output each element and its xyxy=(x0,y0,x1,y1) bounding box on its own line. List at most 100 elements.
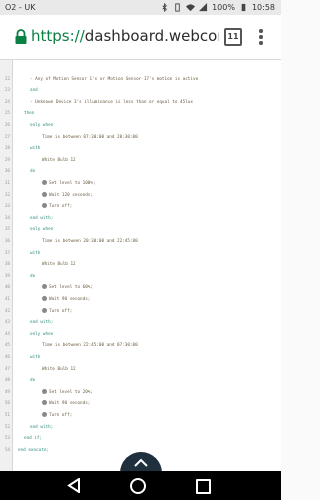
code-text: Set level to 60%; xyxy=(42,284,93,292)
code-statement: Wait 90 seconds; xyxy=(49,401,91,407)
line-number: 41 xyxy=(4,297,10,302)
code-text: - Any of Motion Sensor 1's or Motion Sen… xyxy=(30,76,198,84)
code-text: with xyxy=(30,354,40,362)
code-text: do xyxy=(30,273,35,281)
code-text: Turn off; xyxy=(42,412,72,420)
line-number: 49 xyxy=(4,389,10,395)
code-text: Time is between 07:30:00 and 20:30:00 xyxy=(42,134,138,142)
code-line: 24 - Unknown Device 3's illuminance is le… xyxy=(0,99,281,107)
line-number: 37 xyxy=(4,250,10,256)
url-scheme: https:// xyxy=(31,27,85,45)
line-number: 36 xyxy=(4,239,10,244)
code-statement: end execute; xyxy=(18,447,50,453)
code-line: 46 with xyxy=(0,354,281,362)
level-icon xyxy=(42,284,47,290)
code-statement: Turn off; xyxy=(49,204,73,210)
code-statement: Turn off; xyxy=(49,413,73,418)
code-statement: do xyxy=(30,169,36,175)
code-line: 41 Wait 90 seconds; xyxy=(0,296,281,304)
piston-code-view[interactable]: 22 - Any of Motion Sensor 1's or Motion S… xyxy=(0,60,281,471)
code-line: 30 do xyxy=(0,168,281,176)
line-number: 42 xyxy=(4,308,10,314)
code-line: 43 end with; xyxy=(0,319,281,327)
code-statement: end with; xyxy=(30,215,54,221)
code-text: Turn off; xyxy=(42,203,72,211)
code-line: 33 Turn off; xyxy=(0,203,281,211)
line-number: 46 xyxy=(4,355,10,360)
code-line: 49 Set level to 20%; xyxy=(0,388,281,397)
code-text: White Bulb 12 xyxy=(42,366,76,374)
code-statement: White Bulb 12 xyxy=(42,366,76,372)
line-number: 40 xyxy=(4,285,10,291)
overflow-menu-icon[interactable] xyxy=(258,29,264,47)
code-text: do xyxy=(30,168,35,176)
lock-icon xyxy=(15,29,27,44)
code-line: 25 then xyxy=(0,110,281,118)
code-statement: Wait 90 seconds; xyxy=(49,297,91,302)
code-text: - Unknown Device 3's illuminance is less… xyxy=(30,99,193,107)
clock-icon xyxy=(42,400,47,406)
line-number: 43 xyxy=(4,320,10,326)
home-icon[interactable] xyxy=(130,478,146,494)
code-text: Wait 90 seconds; xyxy=(42,296,90,304)
battery-percent: 100% xyxy=(212,3,235,12)
code-text: White Bulb 12 xyxy=(42,157,76,165)
code-text: only when xyxy=(30,331,53,339)
code-line: 32 Wait 120 seconds; xyxy=(0,191,281,200)
line-number: 28 xyxy=(4,146,10,152)
code-text: Set level to 100%; xyxy=(42,180,96,188)
line-number: 52 xyxy=(4,424,10,430)
code-statement: only when xyxy=(30,123,54,128)
code-statement: then xyxy=(24,111,35,117)
code-statement: Set level to 100%; xyxy=(49,181,96,186)
code-line: 51 Turn off; xyxy=(0,412,281,420)
code-text: end with; xyxy=(30,215,53,223)
code-line: 47 White Bulb 12 xyxy=(0,366,281,374)
code-text: then xyxy=(24,110,34,118)
line-number: 29 xyxy=(4,157,10,163)
line-number: 24 xyxy=(4,99,10,105)
code-line: 37 with xyxy=(0,250,281,258)
tab-switcher-button[interactable]: 11 xyxy=(224,28,242,46)
code-text: Time is between 22:45:00 and 07:30:00 xyxy=(42,342,138,350)
url-bar[interactable]: https://dashboard.webcore.co xyxy=(31,26,219,46)
code-statement: with xyxy=(30,146,41,152)
clock: 10:58 xyxy=(251,3,275,12)
line-number: 54 xyxy=(4,447,10,453)
code-text: end with; xyxy=(30,319,53,327)
clock-icon xyxy=(42,296,47,301)
code-statement: - Unknown Device 3's illuminance is less… xyxy=(30,99,193,105)
power-icon xyxy=(42,412,47,417)
code-line: 31 Set level to 100%; xyxy=(0,180,281,188)
code-text: with xyxy=(30,250,40,258)
code-statement: White Bulb 12 xyxy=(42,262,76,268)
code-statement: with xyxy=(30,250,41,256)
code-text: only when xyxy=(30,226,53,234)
status-icons: 100% 10:58 xyxy=(160,0,275,15)
line-number: 51 xyxy=(4,413,10,418)
code-line: 52 end with; xyxy=(0,424,281,432)
browser-toolbar: https://dashboard.webcore.co 11 xyxy=(0,15,281,60)
code-text: Set level to 20%; xyxy=(42,388,93,397)
line-number: 31 xyxy=(4,181,10,186)
code-text: Wait 90 seconds; xyxy=(42,400,90,408)
line-number: 53 xyxy=(4,436,10,442)
code-statement: do xyxy=(30,378,36,384)
vibrate-icon xyxy=(175,3,180,12)
code-statement: Set level to 60%; xyxy=(49,285,93,291)
system-nav-bar xyxy=(0,471,281,500)
back-icon[interactable] xyxy=(67,478,81,493)
code-line: 53 end if; xyxy=(0,435,281,443)
line-number: 32 xyxy=(4,192,10,198)
code-line: 44 only when xyxy=(0,331,281,339)
code-statement: only when xyxy=(30,227,54,233)
code-line: 40 Set level to 60%; xyxy=(0,284,281,292)
power-icon xyxy=(42,203,47,209)
code-line: 35 only when xyxy=(0,226,281,234)
code-statement: Time is between 07:30:00 and 20:30:00 xyxy=(42,134,138,140)
recents-icon[interactable] xyxy=(196,479,211,494)
code-statement: Set level to 20%; xyxy=(49,389,93,395)
url-host: dashboard.webcore.co xyxy=(84,27,219,45)
level-icon xyxy=(42,388,47,394)
code-text: only when xyxy=(30,122,53,130)
